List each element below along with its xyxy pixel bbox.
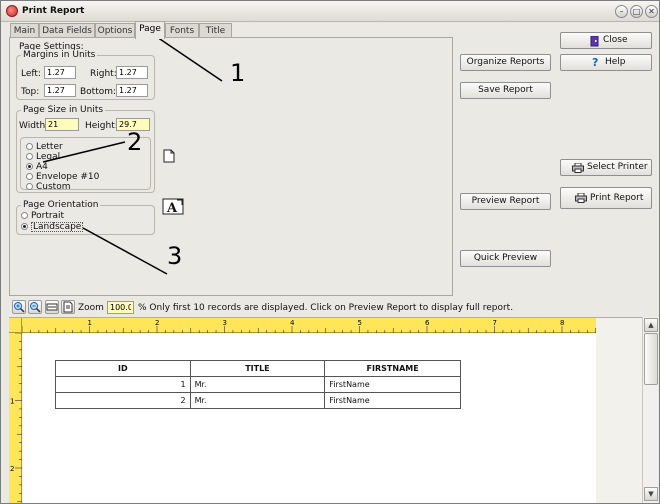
ruler-number: 2 (10, 465, 14, 473)
annotation-1: 1 (230, 59, 246, 87)
zoom-out-icon (30, 302, 41, 313)
cell-title: Mr. (189, 392, 326, 409)
ruler-number: 7 (493, 319, 497, 327)
annotation-3: 3 (167, 242, 183, 270)
fit-page-button[interactable] (61, 300, 75, 314)
zoom-out-button[interactable] (28, 300, 42, 314)
scroll-up-arrow[interactable]: ▲ (644, 318, 658, 332)
table-row: 2 Mr. FirstName (55, 392, 461, 409)
cell-title: Mr. (189, 376, 326, 393)
cell-firstname: FirstName (324, 376, 461, 393)
zoom-in-button[interactable] (12, 300, 26, 314)
annotation-lines (42, 32, 223, 275)
report-table: ID TITLE FIRSTNAME 1 Mr. FirstName 2 Mr.… (55, 360, 461, 409)
table-row: 1 Mr. FirstName (55, 376, 461, 393)
cell-firstname: FirstName (324, 392, 461, 409)
report-preview-area: 12345678 12 ID TITLE FIRSTNAME 1 Mr. Fir… (9, 317, 642, 503)
preview-toolbar: Zoom % Only first 10 records are display… (7, 300, 655, 317)
ruler-left-ticks: 12 (10, 332, 22, 503)
cell-id: 2 (55, 392, 191, 409)
tab-page[interactable]: Page (135, 21, 165, 39)
annotation-2: 2 (127, 128, 143, 156)
ruler-number: 3 (223, 319, 227, 327)
annotation-line-3 (82, 227, 168, 275)
table-header-row: ID TITLE FIRSTNAME (55, 360, 461, 377)
ruler-number: 8 (560, 319, 564, 327)
column-header-id: ID (55, 360, 191, 377)
vertical-scrollbar[interactable]: ▲ ▼ (642, 317, 658, 503)
scroll-down-arrow[interactable]: ▼ (644, 487, 658, 501)
fit-width-icon (46, 303, 58, 311)
report-page: ID TITLE FIRSTNAME 1 Mr. FirstName 2 Mr.… (23, 334, 596, 503)
ruler-number: 4 (290, 319, 295, 327)
zoom-input[interactable] (107, 301, 134, 314)
ruler-number: 5 (358, 319, 362, 327)
ruler-left: 12 (9, 332, 22, 503)
scroll-thumb[interactable] (644, 333, 658, 385)
print-report-window: Print Report – □ ✕ Main Data Fields Opti… (0, 0, 660, 504)
ruler-number: 6 (425, 319, 430, 327)
ruler-number: 1 (88, 319, 92, 327)
ruler-corner (9, 318, 22, 333)
records-message: % Only first 10 records are displayed. C… (138, 303, 514, 313)
fit-page-icon (63, 301, 73, 313)
ruler-top: 1 2 3 4 5 6 7 8 (21, 318, 597, 333)
annotation-line-2 (42, 141, 126, 163)
fit-width-button[interactable] (45, 300, 59, 314)
ruler-number: 2 (155, 319, 159, 327)
zoom-label: Zoom (78, 303, 104, 313)
ruler-number: 1 (10, 398, 14, 406)
ruler-top-ticks: 1 2 3 4 5 6 7 8 (21, 319, 597, 333)
cell-id: 1 (55, 376, 191, 393)
column-header-title: TITLE (189, 360, 326, 377)
column-header-firstname: FIRSTNAME (324, 360, 461, 377)
zoom-in-icon (14, 302, 25, 313)
annotation-line-1 (150, 32, 223, 82)
